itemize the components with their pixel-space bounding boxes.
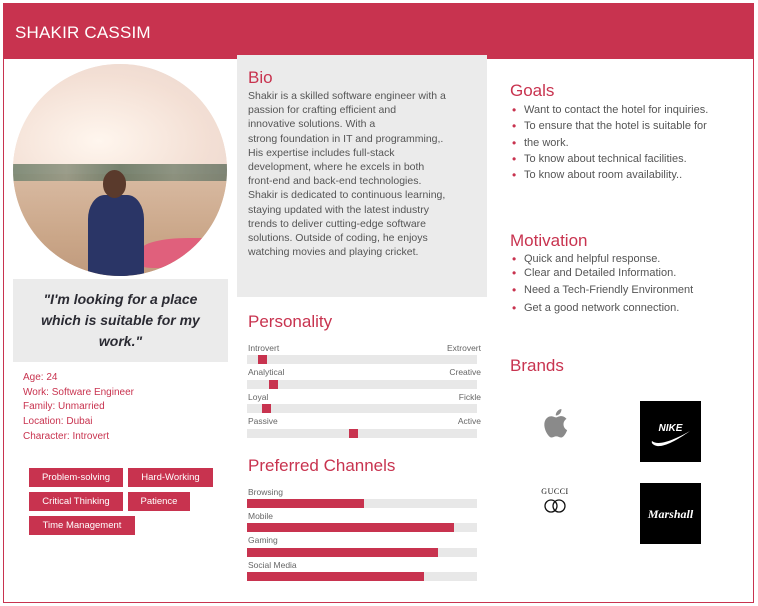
- bio-title: Bio: [248, 68, 273, 87]
- tag-problem-solving: Problem-solving: [29, 468, 123, 487]
- gucci-wordmark: GUCCI: [541, 487, 569, 496]
- personality-track-loyal: [247, 404, 477, 413]
- scale-left-label: Introvert: [248, 343, 280, 353]
- tag-time-management: Time Management: [29, 516, 135, 535]
- persona-quote: "I'm looking for a place which is suitab…: [13, 279, 228, 362]
- motivation-item: Get a good network connection.: [510, 299, 693, 317]
- tag-critical-thinking: Critical Thinking: [29, 492, 123, 511]
- tag-patience: Patience: [128, 492, 190, 511]
- quote-text: "I'm looking for a place which is suitab…: [41, 291, 200, 349]
- fact-work: Work: Software Engineer: [23, 386, 134, 398]
- fact-location: Location: Dubai: [23, 416, 93, 428]
- personality-marker: [262, 404, 272, 413]
- scale-left-label: Passive: [248, 416, 278, 426]
- marshall-wordmark: Marshall: [647, 507, 694, 521]
- persona-photo: [13, 64, 227, 276]
- nike-logo-icon: NIKE: [640, 401, 701, 462]
- personality-track-analytical: [247, 380, 477, 389]
- brands-title: Brands: [510, 356, 564, 375]
- personality-track-passive: [247, 429, 477, 438]
- goal-item: To ensure that the hotel is suitable for: [510, 118, 708, 135]
- goal-item: To know about room availability..: [510, 167, 708, 184]
- scale-left-label: Analytical: [248, 367, 285, 377]
- scale-left-label: Loyal: [248, 392, 269, 402]
- motivation-list: Quick and helpful response. Clear and De…: [510, 252, 693, 317]
- marshall-logo-icon: Marshall: [640, 483, 701, 544]
- channel-label: Mobile: [248, 511, 274, 521]
- personality-track-introvert: [247, 355, 477, 364]
- personality-marker: [258, 355, 268, 364]
- persona-facts: Age: 24 Work: Software Engineer Family: …: [23, 371, 134, 445]
- bio-line: trends to deliver cutting-edge software: [248, 217, 427, 230]
- bio-line: strong foundation in IT and programming,…: [248, 132, 444, 145]
- scale-right-label: Active: [457, 416, 481, 426]
- bio-line: Shakir is a skilled software engineer wi…: [248, 90, 446, 102]
- fact-family: Family: Unmarried: [23, 401, 105, 413]
- scale-right-label: Creative: [449, 367, 481, 377]
- persona-name: SHAKIR CASSIM: [15, 23, 151, 42]
- apple-logo-icon: [544, 409, 568, 438]
- bio-line: watching movies and playing cricket.: [248, 246, 419, 259]
- goals-list: Want to contact the hotel for inquiries.…: [510, 102, 708, 184]
- fact-age: Age: 24: [23, 372, 58, 383]
- goal-item: the work.: [510, 135, 708, 152]
- tag-hard-working: Hard-Working: [128, 468, 213, 487]
- channel-label: Gaming: [248, 535, 278, 545]
- channel-fill: [247, 548, 438, 557]
- bio-line: staying updated with the latest industry: [248, 203, 429, 216]
- bio-line: His expertise includes full-stack: [248, 146, 395, 159]
- bio-line: development, where he excels in both: [248, 161, 425, 174]
- motivation-item: Quick and helpful response.: [510, 252, 693, 266]
- bio-text: Shakir is a skilled software engineer wi…: [248, 89, 484, 259]
- bio-line: solutions. Outside of coding, he enjoys: [248, 232, 428, 245]
- channel-track-social-media: [247, 572, 477, 581]
- channel-label: Social Media: [248, 560, 297, 570]
- header-bar: SHAKIR CASSIM: [4, 4, 753, 59]
- scale-right-label: Fickle: [458, 392, 481, 402]
- channel-track-gaming: [247, 548, 477, 557]
- channel-track-mobile: [247, 523, 477, 532]
- goals-title: Goals: [510, 81, 555, 100]
- scale-right-label: Extrovert: [446, 343, 481, 353]
- channel-label: Browsing: [248, 487, 283, 497]
- channel-track-browsing: [247, 499, 477, 508]
- bio-line: passion for crafting efficient and: [248, 104, 397, 117]
- personality-marker: [269, 380, 279, 389]
- motivation-item: Clear and Detailed Information.: [510, 266, 693, 280]
- fact-character: Character: Introvert: [23, 430, 110, 442]
- channel-fill: [247, 523, 454, 532]
- channel-fill: [247, 499, 365, 508]
- motivation-item: Need a Tech-Friendly Environment: [510, 281, 693, 299]
- personality-marker: [348, 429, 358, 438]
- goal-item: To know about technical facilities.: [510, 151, 708, 168]
- goal-item-cont: the work.: [524, 136, 569, 149]
- bio-line: Shakir is dedicated to continuous learni…: [248, 189, 446, 202]
- gucci-logo-icon: GUCCI: [537, 487, 573, 515]
- bio-line: innovative solutions. With a: [248, 118, 376, 131]
- personality-title: Personality: [248, 312, 333, 331]
- channels-title: Preferred Channels: [248, 456, 396, 475]
- motivation-title: Motivation: [510, 231, 588, 250]
- goal-item: Want to contact the hotel for inquiries.: [510, 102, 708, 119]
- svg-text:NIKE: NIKE: [659, 423, 683, 434]
- bio-line: front-end and back-end technologies.: [248, 175, 422, 188]
- channel-fill: [247, 572, 425, 581]
